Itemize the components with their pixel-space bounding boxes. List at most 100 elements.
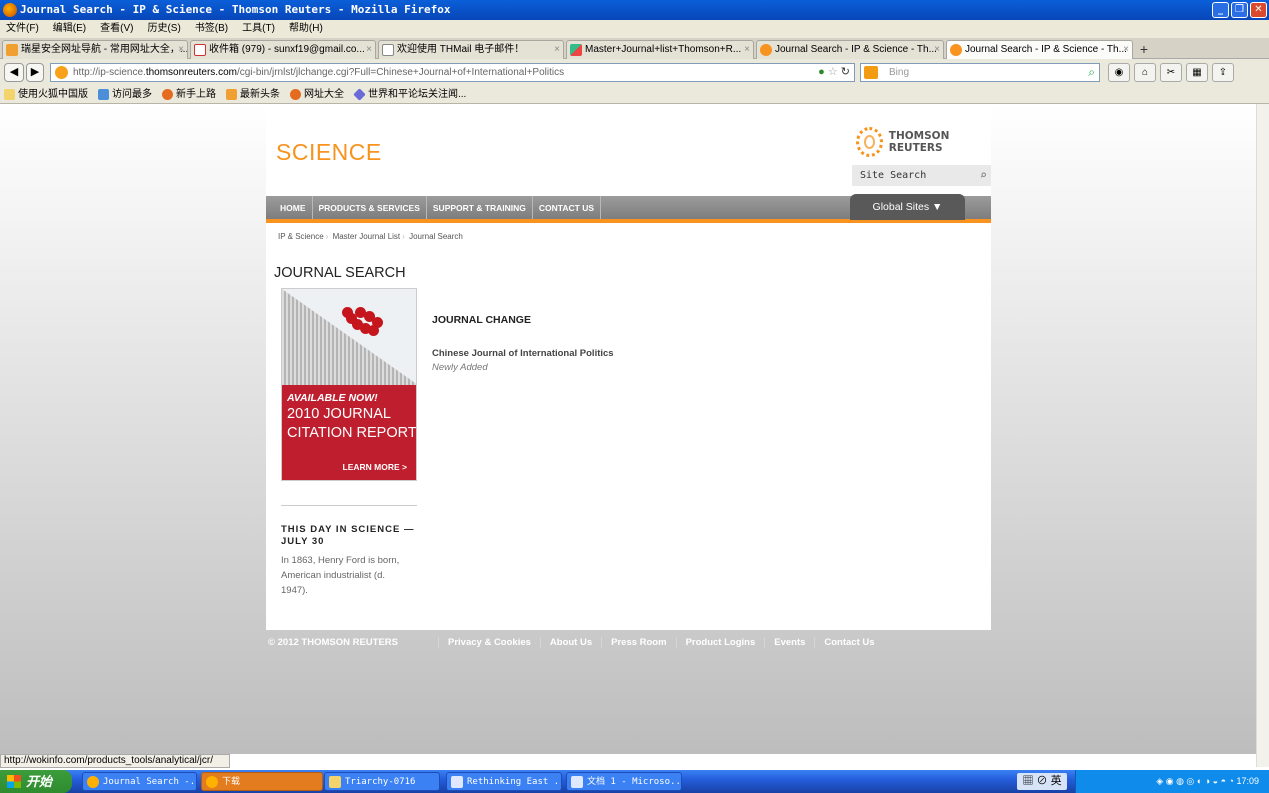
ad-text-panel: AVAILABLE NOW! 2010 JOURNAL CITATION REP… xyxy=(282,385,416,480)
page-viewport: SCIENCE THOMSON REUTERS Site Search ⌕ HO… xyxy=(0,104,1256,754)
site-search-input[interactable]: Site Search ⌕ xyxy=(852,165,991,186)
task-folder[interactable]: Triarchy-0716 xyxy=(324,772,440,791)
menu-file[interactable]: 文件(F) xyxy=(6,20,39,38)
reload-icon[interactable]: ↻ xyxy=(841,66,850,78)
addon-icon[interactable]: ◉ xyxy=(1108,63,1130,82)
window-title-bar: Journal Search - IP & Science - Thomson … xyxy=(0,0,1269,20)
menu-history[interactable]: 历史(S) xyxy=(147,20,180,38)
maximize-button[interactable]: ❐ xyxy=(1231,2,1248,18)
nav-home[interactable]: HOME xyxy=(274,196,313,219)
system-tray: ◈ ◉ ◍ ◎ ◐ ◑ ◒ ◓ ◔ 17:09 xyxy=(1075,770,1269,793)
page-icon xyxy=(382,44,394,56)
journal-change-heading: JOURNAL CHANGE xyxy=(432,314,531,326)
footer-press-link[interactable]: Press Room xyxy=(601,637,675,648)
search-input[interactable]: Bing ⌕ xyxy=(860,63,1100,82)
task-downloads[interactable]: 下载 xyxy=(201,772,323,791)
bookmark-item[interactable]: 访问最多 xyxy=(98,86,152,103)
gmail-icon xyxy=(194,44,206,56)
window-title: Journal Search - IP & Science - Thomson … xyxy=(20,3,451,16)
task-firefox[interactable]: Journal Search -... xyxy=(82,772,197,791)
menu-tools[interactable]: 工具(T) xyxy=(242,20,275,38)
footer-about-link[interactable]: About Us xyxy=(539,637,601,648)
back-button[interactable]: ◀ xyxy=(4,63,24,82)
tab-close-icon[interactable]: × xyxy=(366,41,372,58)
search-icon[interactable]: ⌕ xyxy=(1088,64,1095,81)
balloons-image xyxy=(340,303,386,337)
tab-label: 收件箱 (979) - sunxf19@gmail.co... xyxy=(209,44,365,55)
menu-view[interactable]: 查看(V) xyxy=(100,20,133,38)
status-url: http://wokinfo.com/products_tools/analyt… xyxy=(0,754,230,768)
bookmark-item[interactable]: 使用火狐中国版 xyxy=(4,86,88,103)
task-label: Rethinking East ... xyxy=(467,777,562,787)
tab-close-icon[interactable]: × xyxy=(554,41,560,58)
tab-journal-search-active[interactable]: Journal Search - IP & Science - Th... × xyxy=(946,40,1133,59)
menu-help[interactable]: 帮助(H) xyxy=(289,20,323,38)
rss-icon xyxy=(226,89,237,100)
footer-contact-link[interactable]: Contact Us xyxy=(814,637,883,648)
task-word-2[interactable]: 文档 1 - Microso... xyxy=(566,772,682,791)
url-prefix: http://ip-science. xyxy=(73,67,146,78)
tab-close-icon[interactable]: × xyxy=(744,41,750,58)
task-word-1[interactable]: Rethinking East ... xyxy=(446,772,562,791)
tab-thmail[interactable]: 欢迎使用 THMail 电子邮件！ × xyxy=(378,40,564,59)
nav-contact-us[interactable]: CONTACT US xyxy=(533,196,602,219)
learn-more-link[interactable]: LEARN MORE > xyxy=(343,462,407,472)
tab-google-search[interactable]: Master+Journal+list+Thomson+R... × xyxy=(566,40,754,59)
tab-close-icon[interactable]: × xyxy=(1123,41,1129,58)
url-path: /cgi-bin/jrnlst/jlchange.cgi?Full=Chines… xyxy=(236,67,565,78)
science-logo[interactable]: SCIENCE xyxy=(276,139,382,166)
url-bar[interactable]: http://ip-science.thomsonreuters.com/cgi… xyxy=(50,63,855,82)
tab-close-icon[interactable]: × xyxy=(178,41,184,58)
start-button[interactable]: 开始 xyxy=(0,770,72,793)
home-icon[interactable]: ⌂ xyxy=(1134,63,1156,82)
vertical-scrollbar[interactable] xyxy=(1256,104,1269,767)
minimize-button[interactable]: _ xyxy=(1212,2,1229,18)
tab-journal-search-1[interactable]: Journal Search - IP & Science - Th... × xyxy=(756,40,944,59)
thomson-reuters-logo[interactable]: THOMSON REUTERS xyxy=(856,127,991,157)
nav-products-services[interactable]: PRODUCTS & SERVICES xyxy=(313,196,427,219)
new-tab-button[interactable]: + xyxy=(1135,41,1153,58)
breadcrumb-master-journal-list[interactable]: Master Journal List xyxy=(333,232,401,241)
tab-rising[interactable]: 瑞星安全网址导航 - 常用网址大全，... × xyxy=(2,40,188,59)
ime-indicator[interactable]: ▦ ⊘ 英 xyxy=(1017,773,1067,790)
go-icon[interactable]: ● xyxy=(818,66,825,78)
page-content: SCIENCE THOMSON REUTERS Site Search ⌕ HO… xyxy=(266,104,991,630)
bookmark-label: 网址大全 xyxy=(304,88,344,100)
site-search-placeholder: Site Search xyxy=(860,170,927,181)
this-day-text: In 1863, Henry Ford is born, American in… xyxy=(281,555,400,596)
tray-icons[interactable]: ◈ ◉ ◍ ◎ ◐ ◑ ◒ ◓ ◔ xyxy=(1156,776,1236,786)
nav-support-training[interactable]: SUPPORT & TRAINING xyxy=(427,196,533,219)
bookmark-label: 新手上路 xyxy=(176,88,216,100)
bookmark-item[interactable]: 最新头条 xyxy=(226,86,280,103)
apps-icon[interactable]: ▦ xyxy=(1186,63,1208,82)
bookmark-item[interactable]: 新手上路 xyxy=(162,86,216,103)
menu-edit[interactable]: 编辑(E) xyxy=(53,20,86,38)
close-button[interactable]: ✕ xyxy=(1250,2,1267,18)
search-engine-icon xyxy=(864,66,878,79)
global-sites-button[interactable]: Global Sites ▼ xyxy=(850,194,965,220)
ime-label: 英 xyxy=(1050,775,1062,787)
screenshot-icon[interactable]: ✂ xyxy=(1160,63,1182,82)
jcr-ad-banner[interactable]: AVAILABLE NOW! 2010 JOURNAL CITATION REP… xyxy=(281,288,417,481)
breadcrumb: IP & Science › Master Journal List › Journ… xyxy=(278,232,463,241)
footer-logins-link[interactable]: Product Logins xyxy=(675,637,765,648)
clock[interactable]: 17:09 xyxy=(1236,776,1259,786)
breadcrumb-journal-search: Journal Search xyxy=(409,232,463,241)
forward-button[interactable]: ▶ xyxy=(26,63,44,82)
footer-privacy-link[interactable]: Privacy & Cookies xyxy=(438,637,540,648)
sync-icon[interactable]: ⇪ xyxy=(1212,63,1234,82)
thomson-favicon-icon xyxy=(950,44,962,56)
star-icon[interactable]: ☆ xyxy=(828,66,838,78)
url-actions[interactable]: ● ☆ ↻ xyxy=(818,64,850,81)
breadcrumb-ip-science[interactable]: IP & Science xyxy=(278,232,324,241)
thomson-favicon-icon xyxy=(760,44,772,56)
menu-bookmarks[interactable]: 书签(B) xyxy=(195,20,228,38)
footer-events-link[interactable]: Events xyxy=(764,637,814,648)
bookmark-item[interactable]: 网址大全 xyxy=(290,86,344,103)
tab-close-icon[interactable]: × xyxy=(934,41,940,58)
bookmark-item[interactable]: 世界和平论坛关注闻... xyxy=(353,86,466,103)
site-identity-icon xyxy=(55,66,68,79)
search-icon[interactable]: ⌕ xyxy=(980,165,987,186)
page-title: JOURNAL SEARCH xyxy=(274,265,406,281)
tab-gmail[interactable]: 收件箱 (979) - sunxf19@gmail.co... × xyxy=(190,40,376,59)
